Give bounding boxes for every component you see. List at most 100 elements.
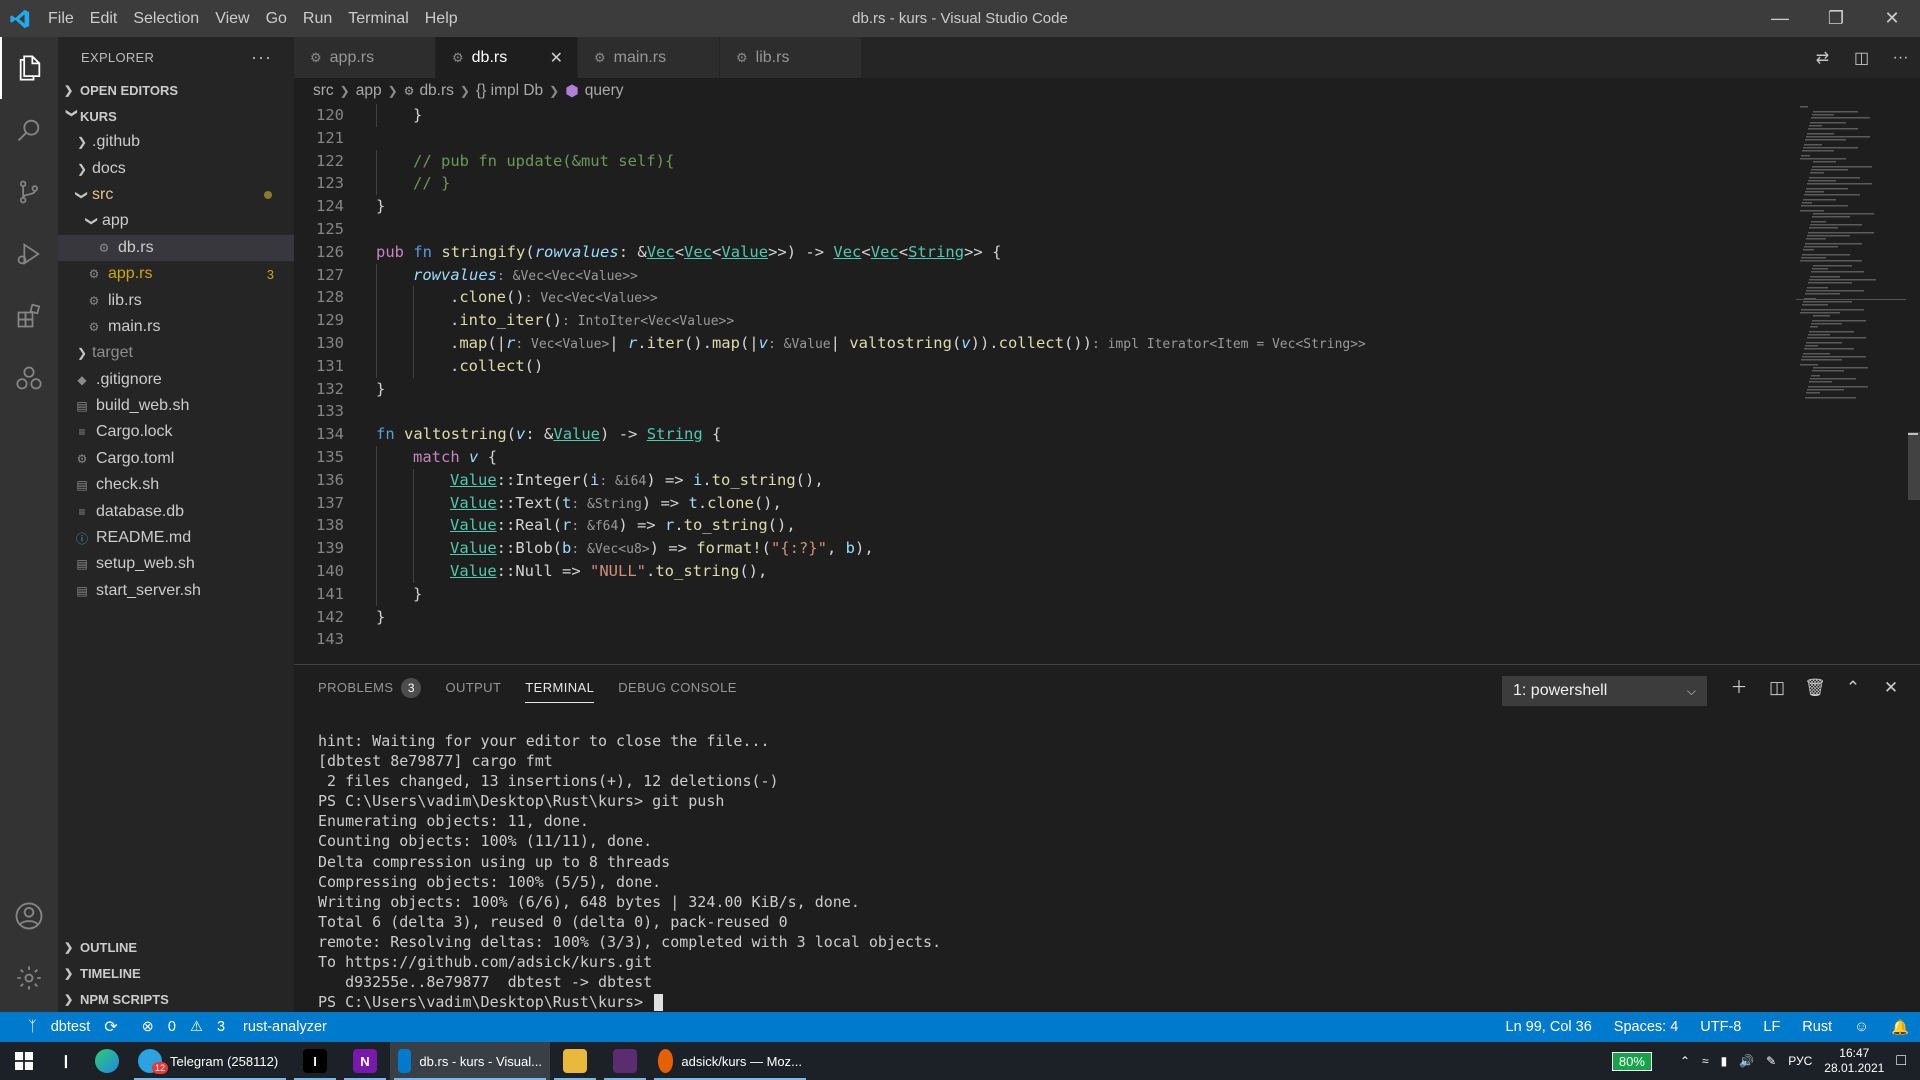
tree-item-setup-web-sh[interactable]: ▤ setup_web.sh [58,551,294,577]
code-line[interactable]: 128 .clone(): Vec<Vec<Value>> [294,286,1920,310]
tab-db-rs[interactable]: ⚙ db.rs ✕ [436,37,578,78]
clock[interactable]: 16:47 28.01.2021 [1824,1046,1884,1076]
code-line[interactable]: 127 rowvalues: &Vec<Vec<Value>> [294,263,1920,287]
pen-icon[interactable]: ✎ [1766,1054,1776,1068]
indentation[interactable]: Spaces: 4 [1614,1019,1679,1035]
menu-run[interactable]: Run [295,0,340,37]
open-changes-icon[interactable]: ⇄ [1803,48,1842,68]
code-line[interactable]: 126 pub fn stringify(rowvalues: &Vec<Vec<… [294,241,1920,264]
code-line[interactable]: 122 // pub fn update(&mut self){ [294,149,1920,173]
breadcrumb-symbol[interactable]: query [585,82,624,100]
cursor-position[interactable]: Ln 99, Col 36 [1506,1019,1592,1035]
tab-lib-rs[interactable]: ⚙ lib.rs [720,37,862,78]
code-line[interactable]: 141} [294,582,1920,606]
tab-main-rs[interactable]: ⚙ main.rs [578,37,720,78]
tab-app-rs[interactable]: ⚙ app.rs [294,37,436,78]
menu-view[interactable]: View [207,0,257,37]
code-line[interactable]: 133 [294,400,1920,423]
tree-item-cargo-toml[interactable]: ⚙ Cargo.toml [58,446,294,472]
code-line[interactable]: 139 Value::Blob(b: &Vec<u8>) => format!("… [294,537,1920,560]
kill-terminal-trash-icon[interactable]: 🗑 [1796,673,1834,703]
terminal-output[interactable]: hint: Waiting for your editor to close t… [318,731,941,1012]
tree-item-main-rs[interactable]: ⚙ main.rs [58,314,294,340]
terminal-select[interactable]: 1: powershell ⌵ [1502,676,1707,706]
chevron-up-icon[interactable]: ⌃ [1680,1054,1690,1068]
sync-icon[interactable]: ⟳ [104,1017,117,1037]
tab-terminal[interactable]: TERMINAL [525,673,595,703]
encoding[interactable]: UTF-8 [1700,1019,1741,1035]
code-line[interactable]: 135 match v { [294,445,1920,469]
tree-item-github[interactable]: ❯ .github [58,129,294,155]
code-line[interactable]: 130 .map(|r: Vec<Value>| r.iter().map(|v:… [294,331,1920,355]
npm-scripts-section[interactable]: ❯ NPM SCRIPTS [58,986,294,1012]
code-line[interactable]: 125 [294,218,1920,241]
language-mode[interactable]: Rust [1802,1019,1832,1035]
volume-icon[interactable]: 🔊 [1739,1054,1754,1068]
breadcrumb-impl[interactable]: {} impl Db [476,82,543,100]
branch-status[interactable]: ᛉ dbtest [18,1019,90,1035]
tree-item-app[interactable]: ❯ app [58,208,294,234]
new-terminal-icon[interactable]: ＋ [1720,673,1758,703]
extensions-icon[interactable] [0,285,58,347]
taskbar-intellij[interactable]: I [290,1042,340,1080]
start-button[interactable] [0,1042,48,1080]
split-editor-icon[interactable]: ◫ [1842,48,1881,68]
taskbar-telegram[interactable]: Telegram (258112) 12 [130,1042,290,1080]
task-view-icon[interactable]: ❙ [48,1042,84,1080]
more-actions-icon[interactable]: ··· [1881,49,1920,67]
code-line[interactable]: 132} [294,378,1920,401]
input-language[interactable]: РУС [1788,1054,1812,1068]
search-icon[interactable] [0,99,58,161]
taskbar-app[interactable] [600,1042,650,1080]
tree-item-lib-rs[interactable]: ⚙ lib.rs [58,287,294,313]
remote-explorer-icon[interactable] [0,347,58,409]
menu-terminal[interactable]: Terminal [340,0,416,37]
code-line[interactable]: 121 [294,127,1920,150]
source-control-icon[interactable] [0,161,58,223]
code-line[interactable]: 136 Value::Integer(i: &i64) => i.to_strin… [294,468,1920,492]
code-line[interactable]: 134 fn valtostring(v: &Value) -> String { [294,423,1920,446]
tree-item-readme-md[interactable]: ⓘ README.md [58,525,294,551]
more-actions-icon[interactable]: ··· [251,47,272,68]
maximize-panel-chevron-up-icon[interactable]: ⌃ [1834,673,1872,703]
breadcrumb-app[interactable]: app [356,82,382,100]
tree-item-db-rs[interactable]: ⚙ db.rs [58,234,294,261]
code-editor[interactable]: 120} 121 122// pub fn update(&mut self){12… [294,104,1920,664]
code-line[interactable]: 138 Value::Real(r: &f64) => r.to_string()… [294,514,1920,538]
close-window-button[interactable]: ✕ [1864,0,1920,37]
code-line[interactable]: 120} [294,104,1920,127]
taskbar-onenote[interactable]: N [340,1042,390,1080]
tree-item-cargo-lock[interactable]: ≡ Cargo.lock [58,419,294,445]
tree-item-check-sh[interactable]: ▤ check.sh [58,472,294,498]
edge-browser-icon[interactable] [84,1042,130,1080]
tree-item-docs[interactable]: ❯ docs [58,155,294,181]
code-line[interactable]: 143 [294,628,1920,651]
code-line[interactable]: 137 Value::Text(t: &String) => t.clone(), [294,491,1920,515]
timeline-section[interactable]: ❯ TIMELINE [58,960,294,986]
explorer-icon[interactable] [0,37,58,99]
code-line[interactable]: 123 // } [294,172,1920,196]
tree-item-gitignore[interactable]: ◆ .gitignore [58,367,294,393]
code-line[interactable]: 140 Value::Null => "NULL".to_string(), [294,559,1920,583]
tree-item-src[interactable]: ❯ src [58,182,294,208]
battery-icon[interactable]: ▮ [1721,1054,1728,1068]
taskbar-file-explorer[interactable] [550,1042,600,1080]
editor-scrollbar[interactable] [1906,104,1920,664]
menu-file[interactable]: File [40,0,82,37]
project-section[interactable]: ❯ KURS [58,103,294,129]
tab-problems[interactable]: PROBLEMS 3 [318,665,422,710]
battery-percent[interactable]: 80% [1611,1051,1652,1071]
menu-go[interactable]: Go [258,0,295,37]
menu-edit[interactable]: Edit [82,0,126,37]
tab-output[interactable]: OUTPUT [445,665,501,710]
tree-item-database-db[interactable]: ≡ database.db [58,498,294,524]
taskbar-vscode[interactable]: db.rs - kurs - Visual... [390,1042,550,1080]
menu-selection[interactable]: Selection [125,0,207,37]
tree-item-build-web-sh[interactable]: ▤ build_web.sh [58,393,294,419]
code-line[interactable]: 131 .collect() [294,354,1920,378]
feedback-icon[interactable]: ☺ [1854,1019,1869,1035]
tab-debug-console[interactable]: DEBUG CONSOLE [618,665,737,710]
minimap[interactable] [1796,104,1906,664]
outline-section[interactable]: ❯ OUTLINE [58,934,294,960]
code-line[interactable]: 124} [294,195,1920,218]
